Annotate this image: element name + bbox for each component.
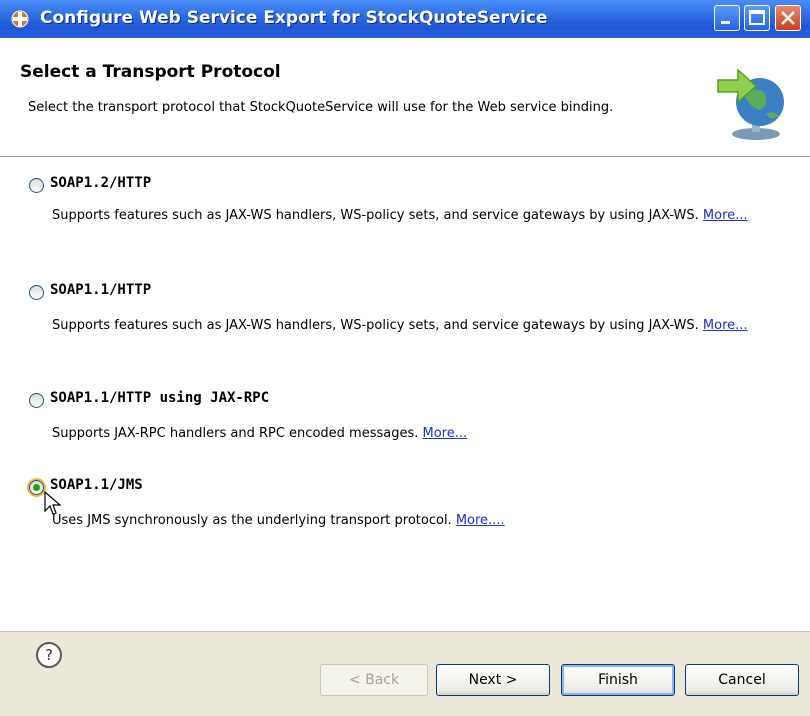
maximize-icon	[749, 10, 765, 25]
minimize-icon	[721, 21, 730, 24]
maximize-button[interactable]	[744, 5, 770, 31]
gear-icon	[11, 10, 29, 28]
wizard-header: Select a Transport Protocol Select the t…	[0, 38, 810, 157]
option-description-soap11-http-jaxrpc: Supports JAX-RPC handlers and RPC encode…	[52, 424, 782, 443]
close-icon	[781, 11, 795, 25]
cancel-button[interactable]: Cancel	[685, 664, 799, 696]
option-label-soap11-http-jaxrpc[interactable]: SOAP1.1/HTTP using JAX-RPC	[50, 390, 269, 406]
close-button[interactable]	[775, 5, 801, 31]
radio-soap11-http[interactable]	[29, 285, 44, 300]
option-label-soap11-jms[interactable]: SOAP1.1/JMS	[50, 477, 143, 493]
option-label-soap12-http[interactable]: SOAP1.2/HTTP	[50, 175, 151, 191]
more-link[interactable]: More...	[703, 318, 748, 333]
back-button[interactable]: < Back	[320, 664, 428, 696]
option-description-soap12-http: Supports features such as JAX-WS handler…	[52, 206, 782, 225]
title-bar[interactable]: Configure Web Service Export for StockQu…	[0, 0, 810, 38]
description-text: Uses JMS synchronously as the underlying…	[52, 513, 452, 528]
help-icon[interactable]: ?	[36, 642, 62, 668]
option-description-soap11-jms: Uses JMS synchronously as the underlying…	[52, 511, 782, 530]
description-text: Supports features such as JAX-WS handler…	[52, 208, 699, 223]
finish-button[interactable]: Finish	[561, 664, 675, 696]
radio-soap11-http-jaxrpc[interactable]	[29, 393, 44, 408]
minimize-button[interactable]	[714, 5, 740, 31]
description-text: Supports JAX-RPC handlers and RPC encode…	[52, 426, 419, 441]
mouse-cursor-icon	[44, 491, 62, 515]
page-description: Select the transport protocol that Stock…	[28, 100, 614, 115]
description-text: Supports features such as JAX-WS handler…	[52, 318, 699, 333]
more-link[interactable]: More...	[423, 426, 468, 441]
more-link[interactable]: More....	[456, 513, 505, 528]
dialog-window: Configure Web Service Export for StockQu…	[0, 0, 810, 716]
option-label-soap11-http[interactable]: SOAP1.1/HTTP	[50, 282, 151, 298]
more-link[interactable]: More...	[703, 208, 748, 223]
globe-arrow-icon	[717, 68, 784, 140]
window-title: Configure Web Service Export for StockQu…	[40, 8, 548, 28]
radio-soap12-http[interactable]	[29, 178, 44, 193]
option-description-soap11-http: Supports features such as JAX-WS handler…	[52, 316, 782, 335]
page-title: Select a Transport Protocol	[20, 62, 281, 82]
next-button[interactable]: Next >	[436, 664, 550, 696]
radio-soap11-jms[interactable]	[29, 480, 44, 495]
